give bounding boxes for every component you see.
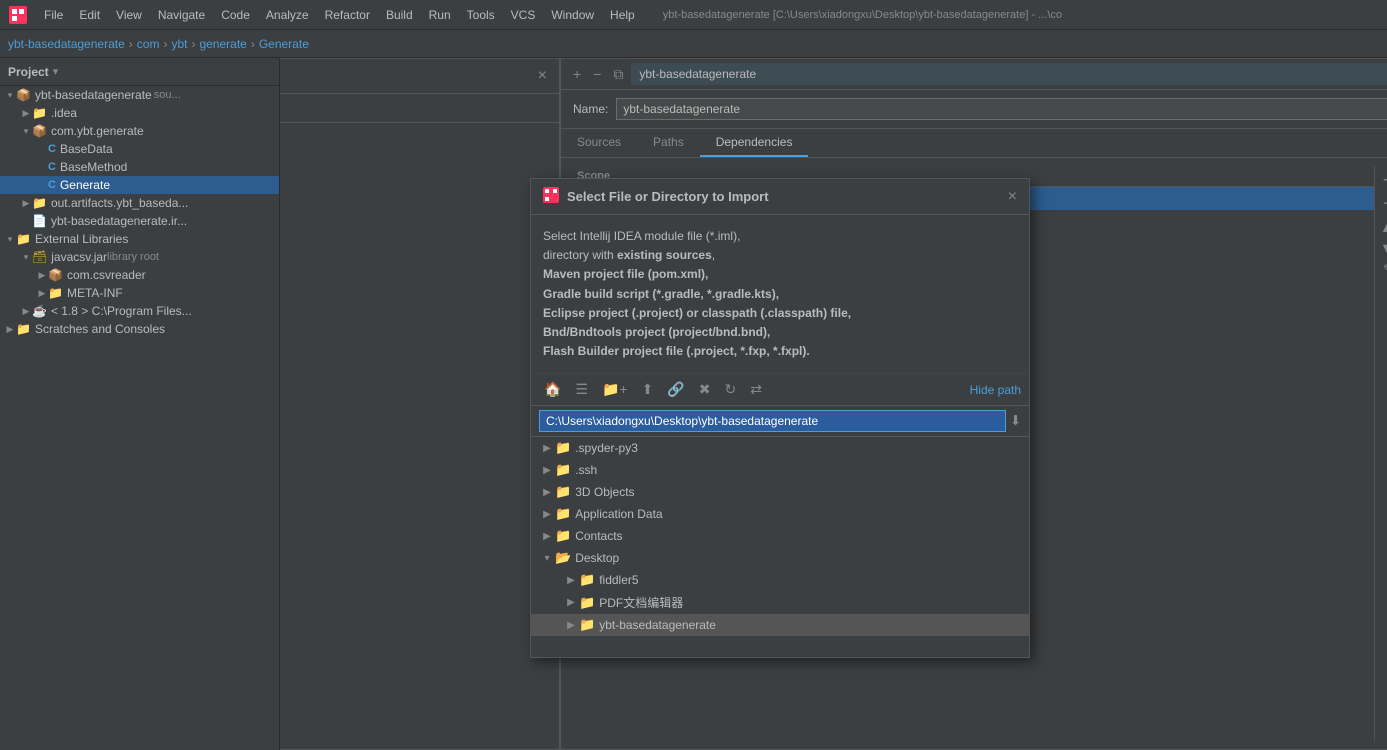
tree-item-scratches[interactable]: ▶ 📁 Scratches and Consoles: [0, 320, 279, 338]
tree-item-artifacts[interactable]: ▶ 📁 out.artifacts.ybt_baseda...: [0, 194, 279, 212]
file-selector-dialog: Select File or Directory to Import × Sel…: [530, 178, 1030, 658]
menu-navigate[interactable]: Navigate: [150, 4, 213, 26]
project-structure-panel: Project Structure × ← → Project Settings…: [280, 58, 560, 750]
fd-item-ssh[interactable]: ▶ 📁 .ssh: [531, 459, 1029, 481]
tree-item-metainf[interactable]: ▶ 📁 META-INF: [0, 284, 279, 302]
fd-header: Select File or Directory to Import ×: [531, 179, 1029, 215]
tree-item-idea[interactable]: ▶ 📁 .idea: [0, 104, 279, 122]
fd-item-fiddler5[interactable]: ▶ 📁 fiddler5: [531, 569, 1029, 591]
module-remove-button[interactable]: −: [589, 64, 605, 84]
breadcrumb: ybt-basedatagenerate › com › ybt › gener…: [0, 30, 1387, 58]
tab-paths[interactable]: Paths: [637, 129, 700, 157]
fd-logo-icon: [543, 187, 559, 206]
fd-new-folder-button[interactable]: 📁+: [597, 378, 633, 401]
ps-content: Project Settings Project Modules Librari…: [280, 123, 559, 749]
fd-item-contacts[interactable]: ▶ 📁 Contacts: [531, 525, 1029, 547]
fd-path-input[interactable]: [539, 410, 1006, 432]
menu-file[interactable]: File: [36, 4, 71, 26]
fd-refresh-button[interactable]: ↻: [720, 378, 742, 401]
module-selected-name: ybt-basedatagenerate: [631, 63, 1387, 85]
tree-item-package[interactable]: ▾ 📦 com.ybt.generate: [0, 122, 279, 140]
menubar: File Edit View Navigate Code Analyze Ref…: [0, 0, 1387, 30]
module-toolbar: + − ⧉ ybt-basedatagenerate: [561, 59, 1387, 90]
menu-vcs[interactable]: VCS: [503, 4, 544, 26]
menu-window[interactable]: Window: [543, 4, 602, 26]
tab-sources[interactable]: Sources: [561, 129, 637, 157]
main-layout: Project ▾ ▾ 📦 ybt-basedatagenerate sou..…: [0, 58, 1387, 750]
menu-refactor[interactable]: Refactor: [317, 4, 378, 26]
fd-path-row: ⬇: [531, 406, 1029, 437]
module-name-label: Name:: [573, 102, 608, 116]
fd-title: Select File or Directory to Import: [567, 189, 1008, 204]
fd-item-desktop[interactable]: ▾ 📂 Desktop: [531, 547, 1029, 569]
module-copy-button[interactable]: ⧉: [609, 64, 627, 85]
fd-close-button[interactable]: ×: [1008, 188, 1017, 206]
tree-item-jdk[interactable]: ▶ ☕ < 1.8 > C:\Program Files...: [0, 302, 279, 320]
tree-item-basemethod[interactable]: C BaseMethod: [0, 158, 279, 176]
dep-down-button[interactable]: ▼: [1379, 239, 1387, 260]
menu-help[interactable]: Help: [602, 4, 643, 26]
fd-item-pdf-editor[interactable]: ▶ 📁 PDF文档编辑器: [531, 591, 1029, 614]
menu-run[interactable]: Run: [421, 4, 459, 26]
ps-nav: ← →: [280, 94, 559, 123]
fd-share-button[interactable]: ⇄: [745, 378, 767, 401]
sidebar-title: Project: [8, 65, 49, 79]
tree-item-basedata[interactable]: C BaseData: [0, 140, 279, 158]
ps-title: Project Structure: [280, 69, 538, 84]
fd-delete-button[interactable]: ✖: [694, 378, 716, 401]
breadcrumb-project[interactable]: ybt-basedatagenerate: [8, 37, 125, 51]
menu-analyze[interactable]: Analyze: [258, 4, 317, 26]
module-tabs: Sources Paths Dependencies: [561, 129, 1387, 158]
tree-item-csvreader[interactable]: ▶ 📦 com.csvreader: [0, 266, 279, 284]
breadcrumb-generate[interactable]: generate: [199, 37, 246, 51]
module-add-button[interactable]: +: [569, 64, 585, 84]
window-title: ybt-basedatagenerate [C:\Users\xiadongxu…: [663, 9, 1062, 21]
module-name-row: Name:: [561, 90, 1387, 129]
project-sidebar: Project ▾ ▾ 📦 ybt-basedatagenerate sou..…: [0, 58, 280, 750]
breadcrumb-ybt[interactable]: ybt: [171, 37, 187, 51]
fd-toolbar: 🏠 ☰ 📁+ ⬆ 🔗 ✖ ↻ ⇄ Hide path: [531, 374, 1029, 406]
module-name-input[interactable]: [616, 98, 1387, 120]
fd-description: Select Intellij IDEA module file (*.iml)…: [531, 215, 1029, 374]
sidebar-header: Project ▾: [0, 58, 279, 86]
tree-item-iml[interactable]: 📄 ybt-basedatagenerate.ir...: [0, 212, 279, 230]
dep-edit-button[interactable]: ✎: [1379, 262, 1387, 276]
fd-item-application-data[interactable]: ▶ 📁 Application Data: [531, 503, 1029, 525]
dep-add-button[interactable]: +: [1379, 170, 1387, 191]
tree-item-javacsv[interactable]: ▾ 🗃 javacsv.jar library root: [0, 248, 279, 266]
menu-code[interactable]: Code: [213, 4, 258, 26]
breadcrumb-com[interactable]: com: [137, 37, 160, 51]
menu-tools[interactable]: Tools: [459, 4, 503, 26]
fd-home-button[interactable]: 🏠: [539, 378, 566, 401]
fd-tree: ▶ 📁 .spyder-py3 ▶ 📁 .ssh ▶ 📁 3D Objects …: [531, 437, 1029, 657]
fd-folder-up-button[interactable]: ⬆: [637, 378, 659, 401]
tree-item-generate[interactable]: C Generate: [0, 176, 279, 194]
tree-item-external[interactable]: ▾ 📁 External Libraries: [0, 230, 279, 248]
dep-remove-button[interactable]: −: [1379, 193, 1387, 214]
ps-close-button[interactable]: ×: [538, 67, 547, 85]
menu-build[interactable]: Build: [378, 4, 421, 26]
fd-item-spyder[interactable]: ▶ 📁 .spyder-py3: [531, 437, 1029, 459]
menu-edit[interactable]: Edit: [71, 4, 108, 26]
tree-item-root[interactable]: ▾ 📦 ybt-basedatagenerate sou...: [0, 86, 279, 104]
menu-view[interactable]: View: [108, 4, 150, 26]
fd-folder-link-button[interactable]: 🔗: [662, 378, 689, 401]
dep-up-button[interactable]: ▲: [1379, 216, 1387, 237]
fd-path-download-button[interactable]: ⬇: [1010, 413, 1021, 429]
fd-item-ybt-basedatagenerate[interactable]: ▶ 📁 ybt-basedatagenerate: [531, 614, 1029, 636]
app-logo: [8, 5, 28, 25]
hide-path-button[interactable]: Hide path: [970, 383, 1021, 397]
fd-list-button[interactable]: ☰: [570, 378, 593, 401]
breadcrumb-class[interactable]: Generate: [259, 37, 309, 51]
fd-item-3d-objects[interactable]: ▶ 📁 3D Objects: [531, 481, 1029, 503]
ps-header: Project Structure ×: [280, 59, 559, 94]
content-area: C Generate.java × Project Structure: [280, 58, 1387, 750]
tab-dependencies[interactable]: Dependencies: [700, 129, 809, 157]
